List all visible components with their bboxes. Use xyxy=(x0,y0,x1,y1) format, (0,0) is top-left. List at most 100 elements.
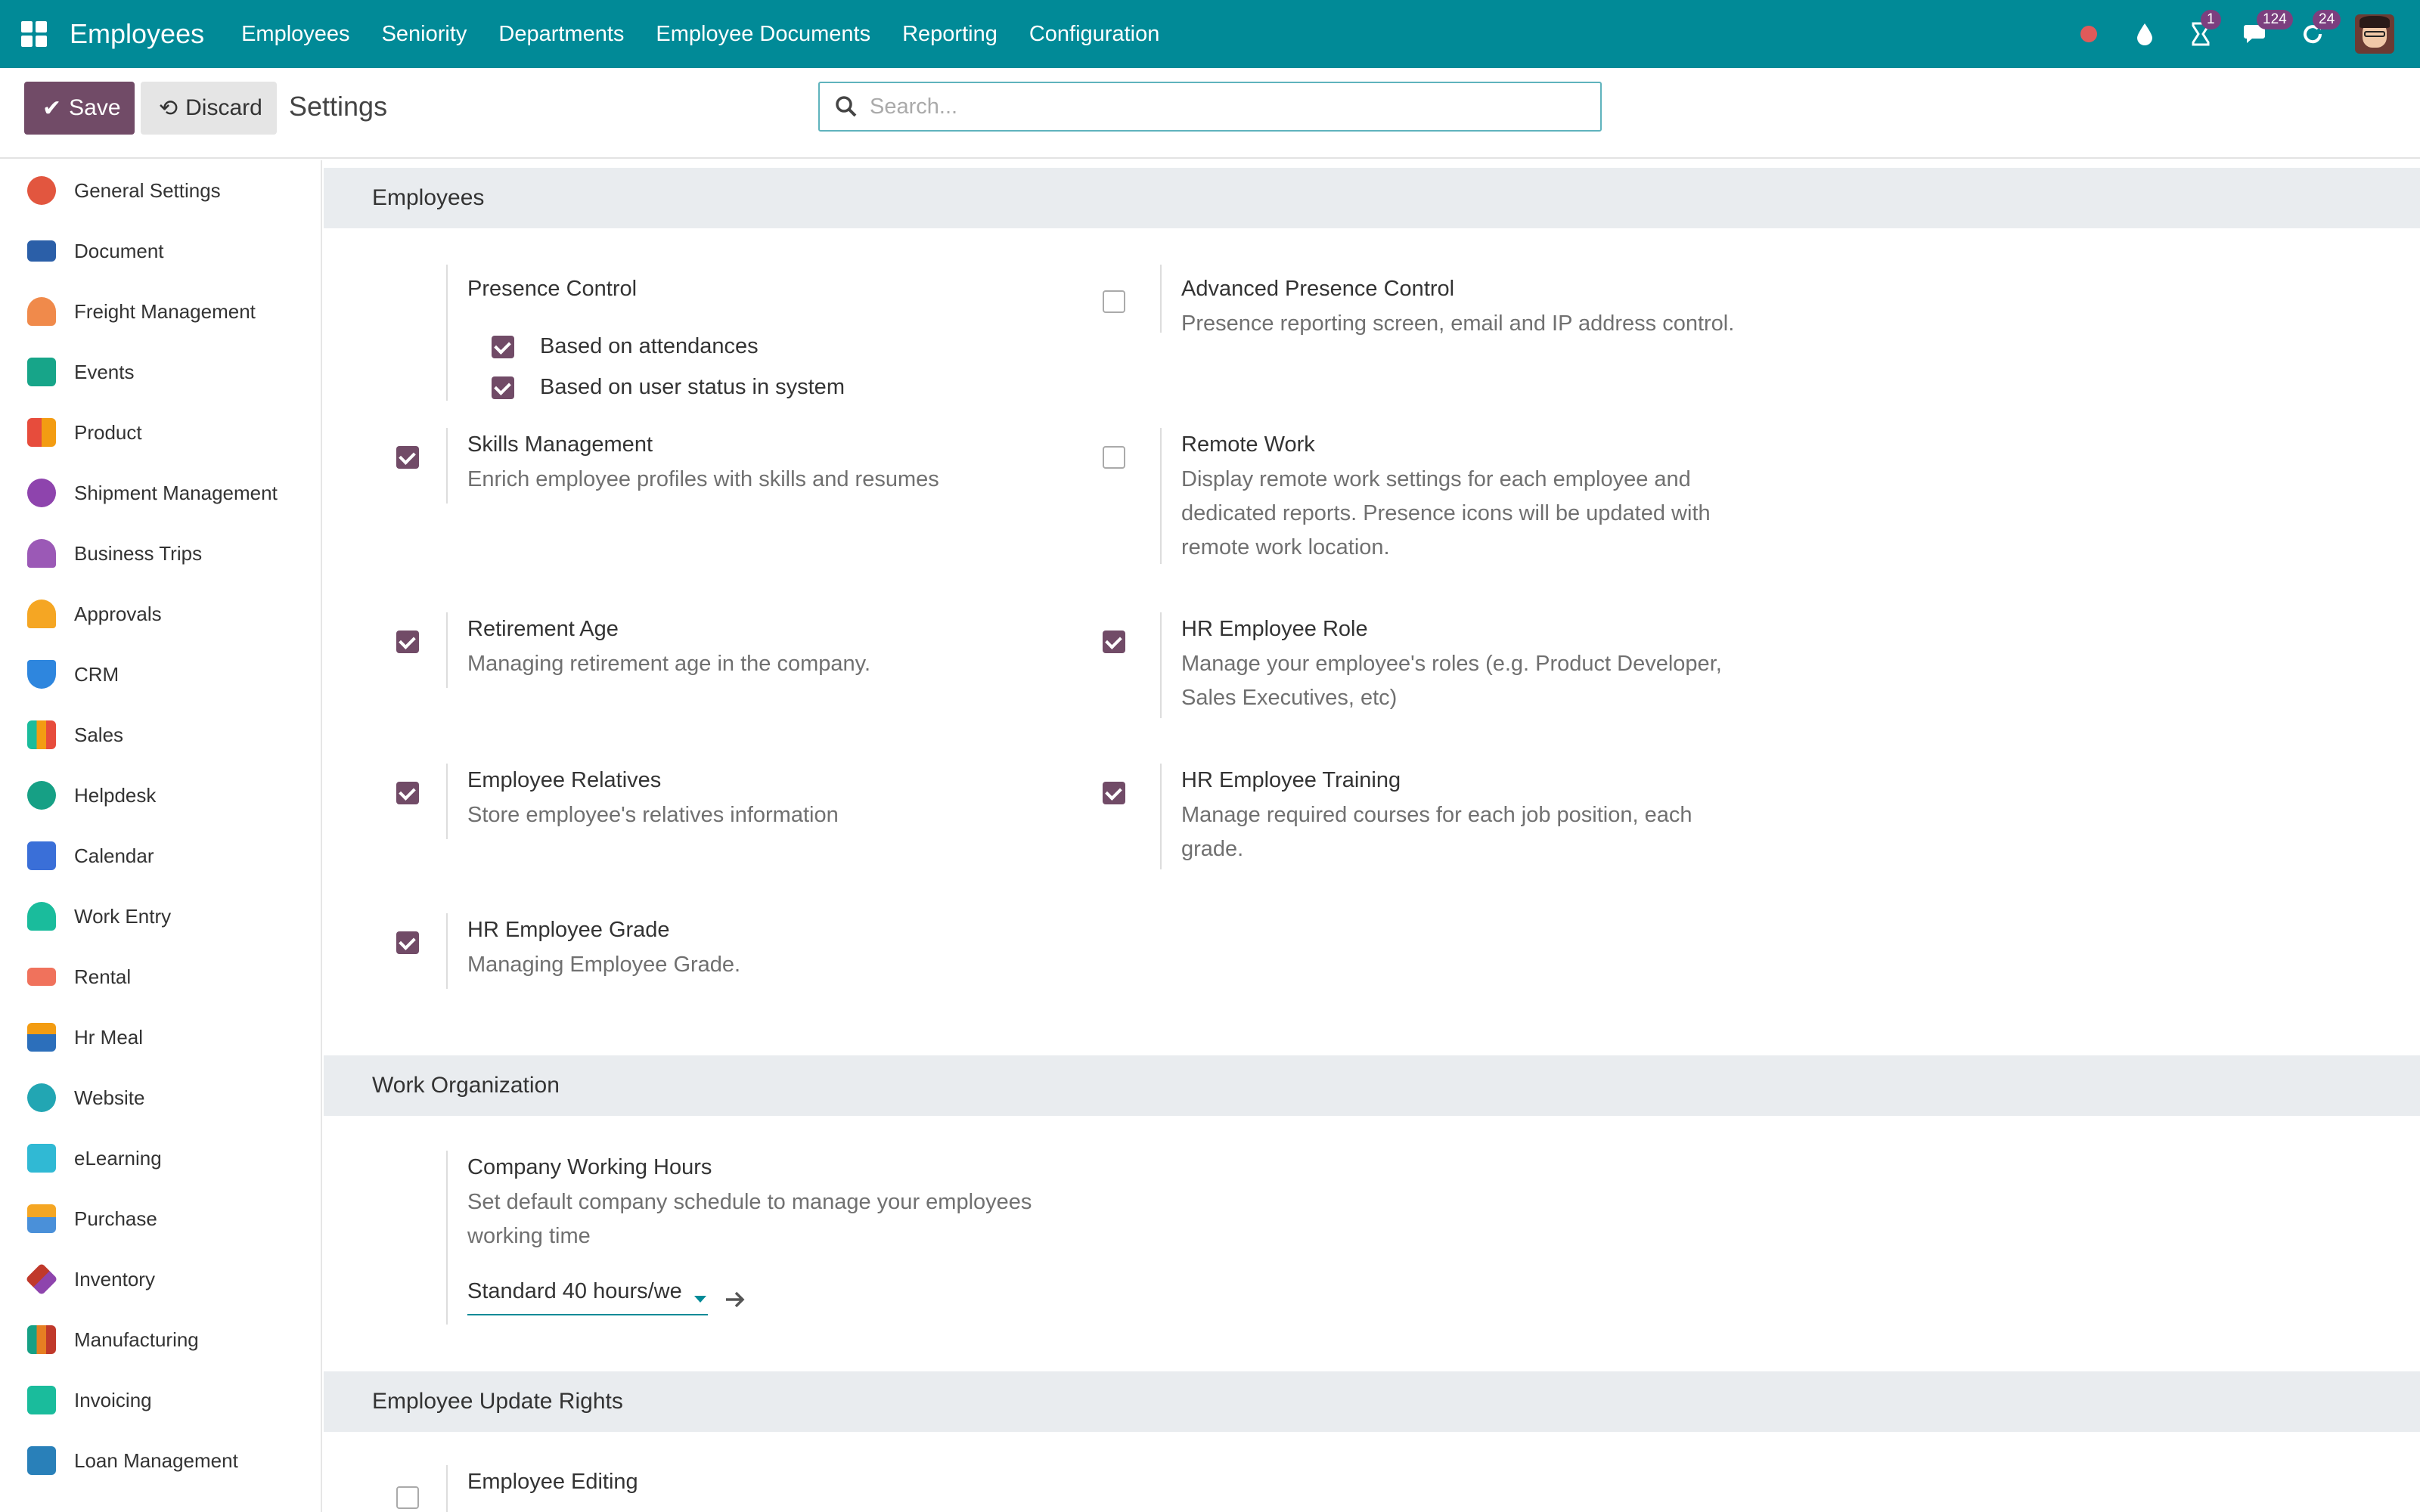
sidebar-item-crm[interactable]: CRM xyxy=(0,644,321,705)
user-avatar[interactable] xyxy=(2355,14,2394,54)
website-icon xyxy=(27,1083,56,1112)
based-on-attendances-checkbox[interactable] xyxy=(492,336,514,358)
relatives-checkbox[interactable] xyxy=(396,782,419,804)
based-on-user-status-label[interactable]: Based on user status in system xyxy=(540,375,845,400)
setting-advanced-presence: Advanced Presence Control Presence repor… xyxy=(1038,265,1794,340)
advanced-presence-checkbox[interactable] xyxy=(1103,290,1125,313)
setting-skills: Skills Management Enrich employee profil… xyxy=(324,428,1004,503)
product-icon xyxy=(27,418,56,447)
hr-role-title: HR Employee Role xyxy=(1181,617,1368,641)
retirement-checkbox[interactable] xyxy=(396,631,419,653)
sidebar-item-sales[interactable]: Sales xyxy=(0,705,321,765)
save-label: Save xyxy=(69,95,121,120)
sidebar-item-work-entry[interactable]: Work Entry xyxy=(0,886,321,947)
sidebar-item-purchase[interactable]: Purchase xyxy=(0,1188,321,1249)
purchase-card-icon xyxy=(27,1204,56,1233)
based-on-user-status-checkbox[interactable] xyxy=(492,376,514,399)
setting-working-hours: Company Working Hours Set default compan… xyxy=(324,1151,1156,1325)
sidebar-item-approvals[interactable]: Approvals xyxy=(0,584,321,644)
meal-icon xyxy=(27,1023,56,1052)
sidebar-item-shipment-management[interactable]: Shipment Management xyxy=(0,463,321,523)
sidebar-item-business-trips[interactable]: Business Trips xyxy=(0,523,321,584)
check-icon: ✔ xyxy=(42,95,62,121)
messages-chat-icon[interactable]: 124 xyxy=(2243,10,2293,48)
sidebar-item-invoicing[interactable]: Invoicing xyxy=(0,1370,321,1430)
sidebar-item-manufacturing[interactable]: Manufacturing xyxy=(0,1309,321,1370)
hr-role-desc: Manage your employee's roles (e.g. Produ… xyxy=(1181,652,1722,710)
working-hours-select[interactable]: Standard 40 hours/we xyxy=(467,1279,708,1315)
messages-badge: 124 xyxy=(2257,10,2293,29)
crm-handshake-icon xyxy=(27,660,56,689)
app-brand[interactable]: Employees xyxy=(70,18,204,50)
sidebar-item-loan-management[interactable]: Loan Management xyxy=(0,1430,321,1491)
work-entry-icon xyxy=(27,902,56,931)
business-trips-icon xyxy=(27,539,56,568)
settings-sidebar: General Settings Document Freight Manage… xyxy=(0,160,322,1512)
training-checkbox[interactable] xyxy=(1103,782,1125,804)
grade-checkbox[interactable] xyxy=(396,931,419,954)
activities-hourglass-icon[interactable]: 1 xyxy=(2187,10,2221,48)
folder-icon xyxy=(27,240,56,262)
menu-departments[interactable]: Departments xyxy=(482,22,640,47)
freight-icon xyxy=(27,297,56,326)
helpdesk-icon xyxy=(27,781,56,810)
sidebar-item-product[interactable]: Product xyxy=(0,402,321,463)
save-button[interactable]: ✔ Save xyxy=(24,82,135,135)
record-dot-icon[interactable] xyxy=(2075,20,2102,48)
sidebar-item-helpdesk[interactable]: Helpdesk xyxy=(0,765,321,826)
relatives-title: Employee Relatives xyxy=(467,768,662,792)
sidebar-item-website[interactable]: Website xyxy=(0,1067,321,1128)
sidebar-item-events[interactable]: Events xyxy=(0,342,321,402)
calendar-icon xyxy=(27,841,56,870)
hr-role-checkbox[interactable] xyxy=(1103,631,1125,653)
updates-refresh-icon[interactable]: 24 xyxy=(2299,10,2341,48)
menu-configuration[interactable]: Configuration xyxy=(1013,22,1176,47)
remote-work-checkbox[interactable] xyxy=(1103,446,1125,469)
search-input[interactable]: Search... xyxy=(818,82,1602,132)
based-on-attendances-label[interactable]: Based on attendances xyxy=(540,334,759,359)
systray: 1 124 24 xyxy=(2075,0,2420,68)
retirement-desc: Managing retirement age in the company. xyxy=(467,652,871,676)
retirement-title: Retirement Age xyxy=(467,617,619,641)
discard-button[interactable]: ⟲ Discard xyxy=(141,82,277,135)
setting-training: HR Employee Training Manage required cou… xyxy=(1038,764,1794,869)
top-navbar: Employees Employees Seniority Department… xyxy=(0,0,2420,68)
working-hours-title: Company Working Hours xyxy=(467,1155,712,1179)
relatives-desc: Store employee's relatives information xyxy=(467,803,839,827)
employee-editing-title: Employee Editing xyxy=(467,1470,638,1494)
control-panel: ✔ Save ⟲ Discard Settings Search... xyxy=(0,68,2420,159)
setting-presence-control: Presence Control Based on attendances Ba… xyxy=(324,265,1004,401)
sidebar-item-hr-meal[interactable]: Hr Meal xyxy=(0,1007,321,1067)
menu-reporting[interactable]: Reporting xyxy=(886,22,1013,47)
skills-desc: Enrich employee profiles with skills and… xyxy=(467,467,939,491)
apps-menu-icon[interactable] xyxy=(21,21,47,47)
sidebar-item-document[interactable]: Document xyxy=(0,221,321,281)
drop-icon[interactable] xyxy=(2131,20,2158,48)
elearning-icon xyxy=(27,1144,56,1173)
training-title: HR Employee Training xyxy=(1181,768,1401,792)
main-menu: Employees Seniority Departments Employee… xyxy=(225,22,1175,47)
grade-desc: Managing Employee Grade. xyxy=(467,953,741,977)
working-hours-desc: Set default company schedule to manage y… xyxy=(467,1190,1032,1248)
search-icon xyxy=(836,96,857,117)
sidebar-item-elearning[interactable]: eLearning xyxy=(0,1128,321,1188)
employee-editing-checkbox[interactable] xyxy=(396,1486,419,1509)
sidebar-item-calendar[interactable]: Calendar xyxy=(0,826,321,886)
presence-control-title: Presence Control xyxy=(467,277,638,301)
menu-employees[interactable]: Employees xyxy=(225,22,365,47)
sidebar-item-general-settings[interactable]: General Settings xyxy=(0,160,321,221)
page-title: Settings xyxy=(289,91,388,122)
sidebar-item-rental[interactable]: Rental xyxy=(0,947,321,1007)
advanced-presence-title: Advanced Presence Control xyxy=(1181,277,1455,301)
arrow-right-icon[interactable] xyxy=(724,1290,747,1309)
menu-seniority[interactable]: Seniority xyxy=(366,22,483,47)
sidebar-item-freight-management[interactable]: Freight Management xyxy=(0,281,321,342)
skills-checkbox[interactable] xyxy=(396,446,419,469)
manufacturing-icon xyxy=(27,1325,56,1354)
working-hours-value: Standard 40 hours/we xyxy=(467,1279,682,1303)
general-settings-icon xyxy=(27,176,56,205)
setting-retirement: Retirement Age Managing retirement age i… xyxy=(324,612,1004,688)
sidebar-item-inventory[interactable]: Inventory xyxy=(0,1249,321,1309)
menu-employee-documents[interactable]: Employee Documents xyxy=(640,22,886,47)
inventory-box-icon xyxy=(25,1263,58,1296)
